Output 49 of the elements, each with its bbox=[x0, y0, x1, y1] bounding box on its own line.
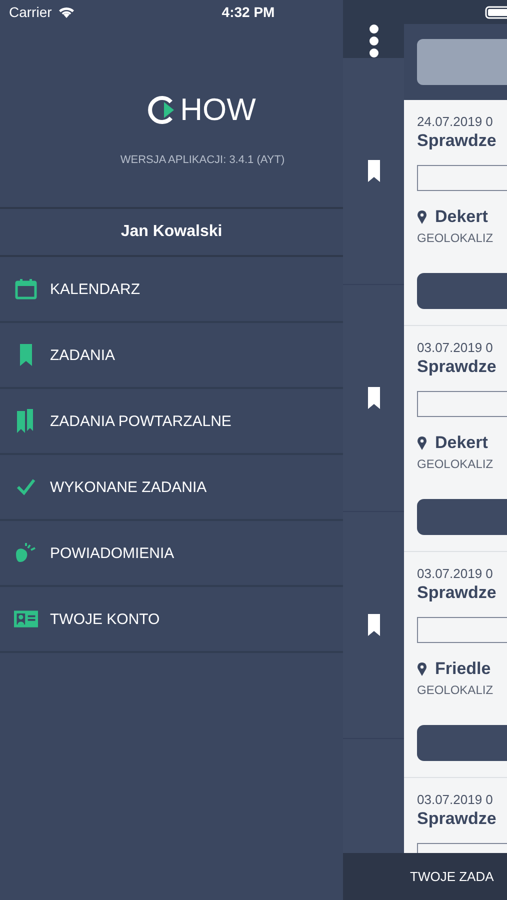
header-field[interactable] bbox=[417, 39, 507, 85]
task-location: Dekert bbox=[435, 433, 488, 453]
bookmark-icon[interactable] bbox=[368, 387, 380, 409]
task-title: Sprawdze bbox=[417, 357, 498, 377]
geolocation-label: GEOLOKALIZ bbox=[417, 683, 494, 697]
wifi-icon bbox=[58, 6, 75, 18]
location-pin-icon bbox=[417, 662, 427, 676]
task-title: Sprawdze bbox=[417, 131, 498, 151]
task-card[interactable]: 03.07.2019 0 Sprawdze bbox=[404, 778, 507, 853]
menu-label: KALENDARZ bbox=[50, 280, 140, 298]
app-version: WERSJA APLIKACJI: 3.4.1 (AYT) bbox=[120, 154, 285, 166]
bottom-tab-label[interactable]: TWOJE ZADA bbox=[410, 869, 494, 884]
bookmarks-icon bbox=[17, 409, 35, 433]
user-name: Jan Kowalski bbox=[120, 223, 222, 241]
task-location: Friedle bbox=[435, 659, 491, 679]
menu-label: TWOJE KONTO bbox=[50, 610, 160, 628]
location-pin-icon bbox=[417, 436, 427, 450]
task-card[interactable]: 03.07.2019 0 Sprawdze Dekert GEOLOKALIZ bbox=[404, 326, 507, 552]
bookmark-icon bbox=[20, 344, 32, 366]
menu-label: POWIADOMIENIA bbox=[50, 544, 174, 562]
task-date: 03.07.2019 0 bbox=[417, 792, 494, 807]
check-icon bbox=[16, 478, 36, 496]
battery-icon bbox=[485, 6, 507, 18]
menu-label: ZADANIA bbox=[50, 346, 116, 364]
task-location: Dekert bbox=[435, 207, 488, 227]
logo-text: HOW bbox=[180, 92, 256, 128]
task-card[interactable]: 24.07.2019 0 Sprawdze Dekert GEOLOKALIZ bbox=[404, 100, 507, 326]
location-pin-icon bbox=[417, 210, 427, 224]
bookmark-icon[interactable] bbox=[368, 614, 380, 636]
input-field[interactable] bbox=[417, 165, 507, 191]
task-date: 24.07.2019 0 bbox=[417, 114, 494, 129]
input-field[interactable] bbox=[417, 617, 507, 643]
id-card-icon bbox=[14, 610, 38, 628]
task-date: 03.07.2019 0 bbox=[417, 566, 494, 581]
task-title: Sprawdze bbox=[417, 809, 498, 829]
carrier-label: Carrier bbox=[9, 4, 52, 20]
more-icon[interactable] bbox=[368, 24, 378, 58]
menu-label: ZADANIA POWTARZALNE bbox=[50, 412, 232, 430]
menu-label: WYKONANE ZADANIA bbox=[50, 478, 207, 496]
geolocation-label: GEOLOKALIZ bbox=[417, 457, 494, 471]
bell-icon bbox=[14, 542, 38, 564]
bookmark-icon[interactable] bbox=[368, 160, 380, 182]
task-title: Sprawdze bbox=[417, 583, 498, 603]
task-date: 03.07.2019 0 bbox=[417, 340, 494, 355]
input-field[interactable] bbox=[417, 391, 507, 417]
task-card[interactable]: 03.07.2019 0 Sprawdze Friedle GEOLOKALIZ bbox=[404, 552, 507, 778]
geolocation-label: GEOLOKALIZ bbox=[417, 231, 494, 245]
clock-label: 4:32 PM bbox=[222, 4, 275, 20]
calendar-icon bbox=[15, 278, 37, 300]
